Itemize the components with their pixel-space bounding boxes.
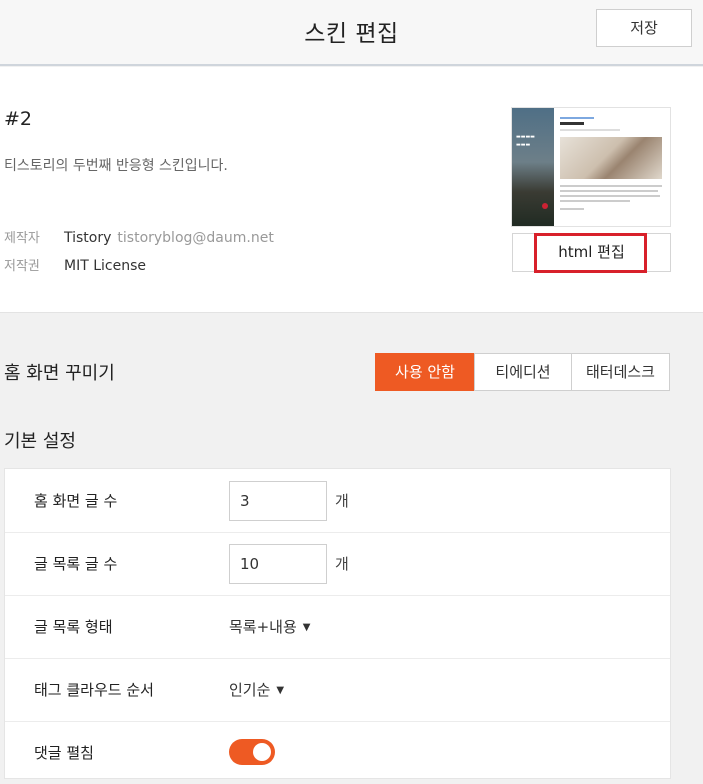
unit-label: 개 <box>335 555 349 573</box>
author-row: 제작자 Tistory tistoryblog@daum.net <box>4 227 274 246</box>
author-name: Tistory <box>64 230 112 246</box>
basic-settings-title: 기본 설정 <box>4 431 76 452</box>
thumbnail-text-line <box>560 200 630 202</box>
setting-row-list-style: 글 목록 형태 목록+내용 ▼ <box>5 595 670 659</box>
toggle-knob <box>253 743 271 761</box>
unit-label: 개 <box>335 492 349 510</box>
basic-settings-panel: 홈 화면 글 수 개 글 목록 글 수 개 글 목록 형태 목록+내용 ▼ 태그 … <box>4 468 671 779</box>
caret-down-icon: ▼ <box>276 685 285 696</box>
skin-info-panel: #2 티스토리의 두번째 반응형 스킨입니다. 제작자 Tistory tistor… <box>0 67 703 313</box>
thumbnail-category-line <box>560 117 594 119</box>
skin-name: #2 <box>4 108 33 130</box>
setting-row-comment-expand: 댓글 펼침 <box>5 721 670 784</box>
list-post-count-input[interactable] <box>229 544 327 584</box>
home-option-tedition[interactable]: 티에디션 <box>474 353 572 391</box>
setting-row-home-post-count: 홈 화면 글 수 개 <box>5 469 670 533</box>
tag-cloud-order-value: 인기순 <box>229 681 271 699</box>
thumbnail-title-line <box>560 122 584 125</box>
home-customize-title: 홈 화면 꾸미기 <box>4 363 115 384</box>
author-label: 제작자 <box>4 231 40 246</box>
caret-down-icon: ▼ <box>302 622 311 633</box>
setting-label: 홈 화면 글 수 <box>34 492 118 510</box>
setting-row-tag-cloud-order: 태그 클라우드 순서 인기순 ▼ <box>5 658 670 722</box>
thumbnail-sidebar-text: ▬▬▬▬ ▬▬▬ <box>516 134 535 148</box>
author-email: tistoryblog@daum.net <box>117 230 274 246</box>
home-option-tatterdesk[interactable]: 태터데스크 <box>571 353 670 391</box>
tag-cloud-order-select[interactable]: 인기순 ▼ <box>229 679 284 700</box>
skin-thumbnail: ▬▬▬▬ ▬▬▬ <box>511 107 671 227</box>
thumbnail-content-preview <box>554 108 670 226</box>
thumbnail-accent-dot <box>542 203 548 209</box>
thumbnail-text-line <box>560 190 658 192</box>
save-button[interactable]: 저장 <box>596 9 692 47</box>
license-value: MIT License <box>64 258 146 274</box>
thumbnail-text-line <box>560 195 660 197</box>
thumbnail-sidebar-image: ▬▬▬▬ ▬▬▬ <box>512 108 554 226</box>
setting-label: 댓글 펼침 <box>34 744 94 762</box>
skin-description: 티스토리의 두번째 반응형 스킨입니다. <box>4 158 228 174</box>
setting-row-list-post-count: 글 목록 글 수 개 <box>5 532 670 596</box>
thumbnail-cat-photo <box>560 137 662 179</box>
list-style-value: 목록+내용 <box>229 618 297 636</box>
home-option-none[interactable]: 사용 안함 <box>375 353 475 391</box>
thumbnail-meta-line <box>560 129 620 131</box>
thumbnail-text-line <box>560 208 584 210</box>
thumbnail-text-line <box>560 185 662 187</box>
html-edit-button[interactable]: html 편집 <box>512 233 671 272</box>
setting-label: 글 목록 형태 <box>34 618 113 636</box>
top-bar: 스킨 편집 저장 <box>0 0 703 66</box>
setting-label: 태그 클라우드 순서 <box>34 681 154 699</box>
license-row: 저작권 MIT License <box>4 255 146 274</box>
license-label: 저작권 <box>4 259 40 274</box>
list-style-select[interactable]: 목록+내용 ▼ <box>229 616 310 637</box>
home-mode-selector: 사용 안함 티에디션 태터데스크 <box>375 353 670 391</box>
comment-expand-toggle[interactable] <box>229 739 275 765</box>
home-post-count-input[interactable] <box>229 481 327 521</box>
setting-label: 글 목록 글 수 <box>34 555 118 573</box>
